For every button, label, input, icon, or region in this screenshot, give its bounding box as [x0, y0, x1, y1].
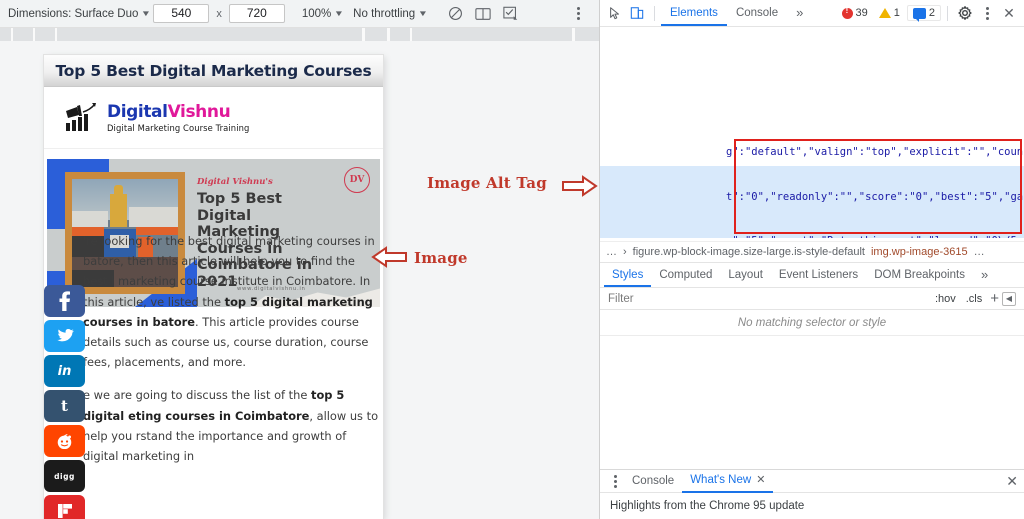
drawer-tab-console[interactable]: Console	[624, 470, 682, 493]
site-logo-bar: DigitalVishnu Digital Marketing Course T…	[44, 87, 383, 149]
annotation-label-image-alt-tag: Image Alt Tag	[427, 174, 547, 192]
toggle-device-toolbar-icon[interactable]	[626, 2, 648, 24]
styles-tabs-overflow-icon[interactable]: »	[973, 263, 996, 287]
issues-count-label: 2	[928, 7, 935, 19]
throttling-label[interactable]: No throttling	[353, 8, 415, 20]
device-dimensions-label[interactable]: Dimensions: Surface Duo	[8, 8, 138, 20]
social-share-rail: in t digg	[44, 285, 85, 519]
viewport-height-input[interactable]: 720	[228, 4, 285, 23]
drawer-close-icon[interactable]: ✕	[1006, 474, 1018, 488]
emulated-viewport[interactable]: Top 5 Best Digital Marketing Courses Dig…	[44, 55, 383, 519]
share-reddit-button[interactable]	[44, 425, 85, 457]
no-matching-style-message: No matching selector or style	[600, 310, 1024, 336]
tab-computed[interactable]: Computed	[651, 263, 720, 287]
sidebar-toggle-icon[interactable]: ◀	[1002, 291, 1016, 306]
megaphone-chart-logo-icon	[64, 102, 100, 134]
tab-dom-breakpoints[interactable]: DOM Breakpoints	[866, 263, 973, 287]
devtools-panel: Elements Console » 39 1 2 ✕ g":"default"…	[600, 0, 1024, 519]
drawer-more-options-icon[interactable]	[606, 474, 624, 488]
zoom-level-label[interactable]: 100%	[302, 8, 331, 20]
share-digg-button[interactable]: digg	[44, 460, 85, 492]
brand-badge: DV	[344, 167, 370, 193]
annotation-arrow-right-icon	[562, 175, 598, 202]
device-emulation-pane: Dimensions: Surface Duo ▼ 540 x 720 100%…	[0, 0, 600, 519]
tab-styles[interactable]: Styles	[604, 263, 652, 287]
share-linkedin-button[interactable]: in	[44, 355, 85, 387]
logo-tagline: Digital Marketing Course Training	[107, 122, 250, 133]
drawer-tabbar: Console What's New ✕ ✕	[600, 469, 1024, 493]
warning-icon	[878, 8, 891, 18]
devtools-screenshot: Dimensions: Surface Duo ▼ 540 x 720 100%…	[0, 0, 1024, 519]
tab-layout[interactable]: Layout	[720, 263, 771, 287]
tab-elements[interactable]: Elements	[661, 0, 727, 26]
page-title: Top 5 Best Digital Marketing Courses	[55, 61, 372, 80]
logo-text-digital: Digital	[107, 101, 168, 122]
breadcrumb-ellipsis[interactable]: …	[606, 246, 617, 258]
warning-count-label: 1	[893, 7, 900, 19]
drawer-tab-console-label: Console	[632, 474, 675, 487]
article-body: 're looking for the best digital marketi…	[47, 231, 379, 479]
dimension-multiply-label: x	[216, 7, 222, 20]
cls-toggle-button[interactable]: .cls	[961, 293, 988, 305]
featured-eyebrow-text: Digital Vishnu's	[197, 177, 273, 187]
more-options-icon[interactable]	[976, 2, 998, 24]
drawer-tab-whats-new-label: What's New	[690, 473, 752, 486]
site-header: Top 5 Best Digital Marketing Courses	[44, 55, 383, 87]
warning-count-badge[interactable]: 1	[875, 6, 904, 20]
drawer-tab-whats-new[interactable]: What's New ✕	[682, 469, 774, 493]
code-line-clipped	[600, 101, 1024, 116]
code-line-3: p":"5","greet":"Rate this post","legend"…	[600, 234, 1024, 238]
article-paragraph-2: e we are going to discuss the list of th…	[47, 385, 379, 466]
chevron-down-icon[interactable]: ▼	[334, 9, 344, 18]
close-icon[interactable]: ✕	[998, 2, 1020, 24]
styles-filter-input[interactable]: Filter	[608, 293, 634, 305]
logo-wordmark: DigitalVishnu	[107, 103, 249, 121]
screenshot-icon[interactable]	[501, 4, 521, 24]
article-paragraph-1: 're looking for the best digital marketi…	[47, 231, 379, 372]
more-tabs-icon[interactable]: »	[787, 0, 812, 26]
logo-text-vishnu: Vishnu	[167, 101, 231, 122]
devtools-tabbar: Elements Console » 39 1 2 ✕	[600, 0, 1024, 27]
dom-breadcrumb: … › figure.wp-block-image.size-large.is-…	[600, 241, 1024, 263]
share-twitter-button[interactable]	[44, 320, 85, 352]
tab-console[interactable]: Console	[727, 0, 787, 26]
annotation-arrow-left-icon	[371, 246, 407, 273]
more-options-icon[interactable]	[568, 4, 588, 24]
rotate-icon[interactable]	[445, 4, 465, 24]
styles-filter-row: Filter :hov .cls + ◀	[600, 288, 1024, 310]
dual-screen-icon[interactable]	[473, 4, 493, 24]
gear-icon[interactable]	[954, 2, 976, 24]
breadcrumb-item-img[interactable]: img.wp-image-3615	[871, 246, 968, 258]
breadcrumb-item-figure[interactable]: figure.wp-block-image.size-large.is-styl…	[633, 246, 865, 258]
share-flipboard-button[interactable]	[44, 495, 85, 519]
breadcrumb-tail-ellipsis[interactable]: …	[974, 246, 985, 258]
styles-empty-area	[600, 336, 1024, 469]
error-icon	[841, 6, 853, 19]
error-count-label: 39	[855, 7, 868, 19]
annotation-highlight-box	[734, 139, 1022, 234]
inspect-element-icon[interactable]	[604, 2, 626, 24]
issues-icon	[912, 7, 926, 22]
drawer-tab-close-icon[interactable]: ✕	[756, 469, 765, 492]
viewport-ruler	[0, 28, 599, 41]
share-facebook-button[interactable]	[44, 285, 85, 317]
device-toolbar: Dimensions: Surface Duo ▼ 540 x 720 100%…	[0, 0, 599, 28]
tab-event-listeners[interactable]: Event Listeners	[771, 263, 866, 287]
viewport-width-input[interactable]: 540	[153, 4, 210, 23]
issues-count-badge[interactable]: 2	[906, 5, 941, 22]
drawer-content: Highlights from the Chrome 95 update	[600, 493, 1024, 519]
share-tumblr-button[interactable]: t	[44, 390, 85, 422]
error-count-badge[interactable]: 39	[838, 6, 872, 20]
annotation-label-image: Image	[414, 249, 468, 267]
paragraph-2-text-a: e we are going to discuss the list of th…	[83, 388, 311, 403]
whats-new-headline: Highlights from the Chrome 95 update	[610, 500, 805, 512]
new-style-rule-button[interactable]: +	[987, 290, 1002, 307]
styles-sidebar-tabbar: Styles Computed Layout Event Listeners D…	[600, 263, 1024, 288]
hov-toggle-button[interactable]: :hov	[930, 293, 961, 305]
chevron-down-icon[interactable]: ▼	[141, 9, 151, 18]
breadcrumb-separator: ›	[623, 246, 627, 258]
chevron-down-icon[interactable]: ▼	[418, 9, 428, 18]
